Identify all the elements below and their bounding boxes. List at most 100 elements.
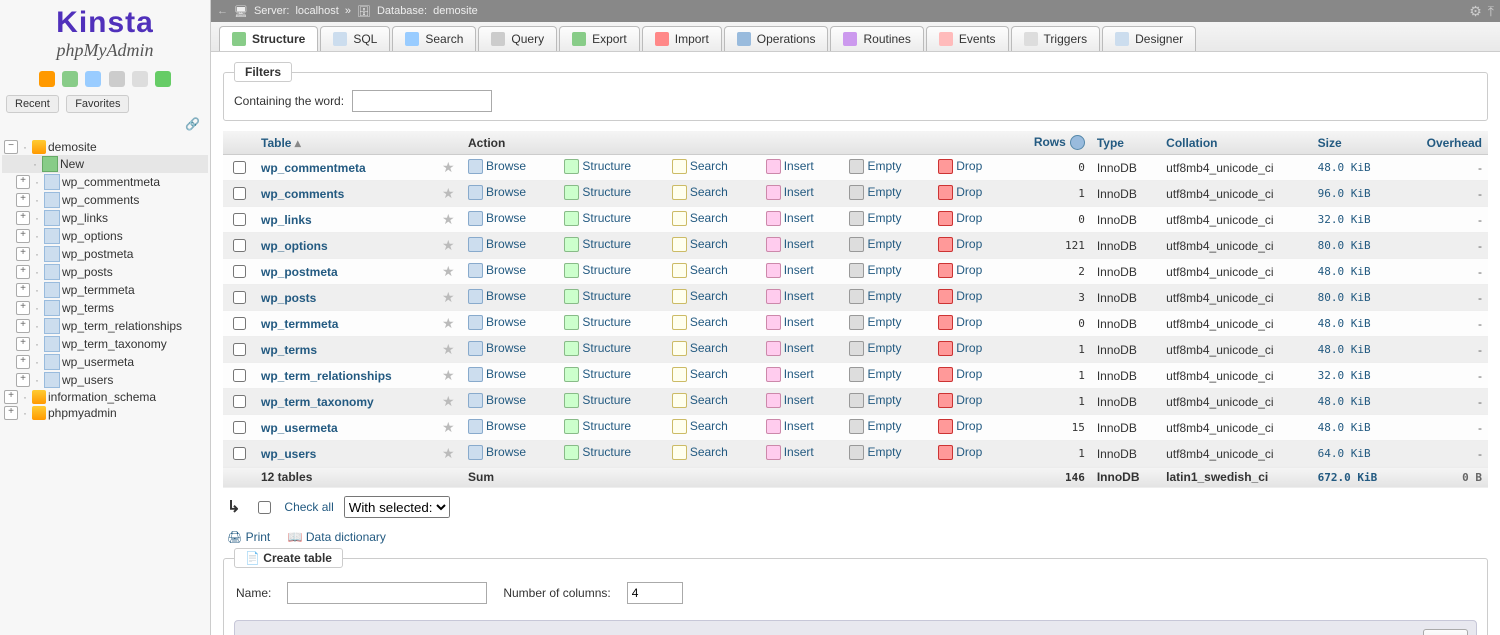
action-structure[interactable]: Structure <box>564 419 631 434</box>
action-browse[interactable]: Browse <box>468 341 526 356</box>
tree-item-wp-termmeta[interactable]: +·wp_termmeta <box>2 281 208 299</box>
collapse-top-icon[interactable]: ⤒ <box>1488 3 1494 20</box>
tab-events[interactable]: Events <box>926 26 1009 51</box>
tab-structure[interactable]: Structure <box>219 26 318 51</box>
action-drop[interactable]: Drop <box>938 445 982 460</box>
row-checkbox[interactable] <box>233 239 246 252</box>
favorite-star-icon[interactable]: ★ <box>442 263 455 279</box>
action-insert[interactable]: Insert <box>766 159 814 174</box>
action-structure[interactable]: Structure <box>564 315 631 330</box>
action-drop[interactable]: Drop <box>938 159 982 174</box>
expand-icon[interactable]: + <box>4 406 18 420</box>
action-browse[interactable]: Browse <box>468 211 526 226</box>
tree-item-information-schema[interactable]: +·information_schema <box>2 389 208 405</box>
action-browse[interactable]: Browse <box>468 263 526 278</box>
action-insert[interactable]: Insert <box>766 315 814 330</box>
expand-icon[interactable]: + <box>16 193 30 207</box>
expand-icon[interactable]: − <box>4 140 18 154</box>
row-checkbox[interactable] <box>233 213 246 226</box>
action-browse[interactable]: Browse <box>468 159 526 174</box>
action-drop[interactable]: Drop <box>938 367 982 382</box>
table-name-link[interactable]: wp_termmeta <box>261 317 338 331</box>
row-checkbox[interactable] <box>233 343 246 356</box>
tree-item-demosite[interactable]: −·demosite <box>2 139 208 155</box>
action-empty[interactable]: Empty <box>849 315 901 330</box>
table-name-link[interactable]: wp_term_taxonomy <box>261 395 374 409</box>
expand-icon[interactable]: + <box>16 265 30 279</box>
row-size[interactable]: 48.0 KiB <box>1318 421 1371 434</box>
action-empty[interactable]: Empty <box>849 419 901 434</box>
table-name-link[interactable]: wp_usermeta <box>261 421 338 435</box>
favorite-star-icon[interactable]: ★ <box>442 159 455 175</box>
expand-icon[interactable]: + <box>16 355 30 369</box>
action-search[interactable]: Search <box>672 263 728 278</box>
check-all-link[interactable]: Check all <box>284 500 333 514</box>
action-search[interactable]: Search <box>672 341 728 356</box>
help-icon[interactable] <box>1070 135 1085 150</box>
action-empty[interactable]: Empty <box>849 367 901 382</box>
action-search[interactable]: Search <box>672 367 728 382</box>
table-name-link[interactable]: wp_terms <box>261 343 317 357</box>
action-browse[interactable]: Browse <box>468 315 526 330</box>
row-size[interactable]: 48.0 KiB <box>1318 317 1371 330</box>
action-search[interactable]: Search <box>672 211 728 226</box>
action-insert[interactable]: Insert <box>766 445 814 460</box>
action-empty[interactable]: Empty <box>849 263 901 278</box>
docs-icon[interactable] <box>85 71 101 87</box>
create-name-input[interactable] <box>287 582 487 604</box>
row-checkbox[interactable] <box>233 265 246 278</box>
action-structure[interactable]: Structure <box>564 445 631 460</box>
action-drop[interactable]: Drop <box>938 289 982 304</box>
action-drop[interactable]: Drop <box>938 211 982 226</box>
action-browse[interactable]: Browse <box>468 237 526 252</box>
favorite-star-icon[interactable]: ★ <box>442 211 455 227</box>
logout-icon[interactable] <box>62 71 78 87</box>
expand-icon[interactable]: + <box>16 319 30 333</box>
action-insert[interactable]: Insert <box>766 263 814 278</box>
row-checkbox[interactable] <box>233 291 246 304</box>
action-browse[interactable]: Browse <box>468 393 526 408</box>
breadcrumb-server[interactable]: localhost <box>295 5 338 17</box>
tab-routines[interactable]: Routines <box>830 26 923 51</box>
row-size[interactable]: 48.0 KiB <box>1318 161 1371 174</box>
row-size[interactable]: 48.0 KiB <box>1318 265 1371 278</box>
action-browse[interactable]: Browse <box>468 419 526 434</box>
tree-item-wp-term-relationships[interactable]: +·wp_term_relationships <box>2 317 208 335</box>
col-collation[interactable]: Collation <box>1166 136 1217 150</box>
tab-operations[interactable]: Operations <box>724 26 829 51</box>
expand-icon[interactable]: + <box>16 283 30 297</box>
action-structure[interactable]: Structure <box>564 237 631 252</box>
row-checkbox[interactable] <box>233 395 246 408</box>
tree-item-wp-users[interactable]: +·wp_users <box>2 371 208 389</box>
action-insert[interactable]: Insert <box>766 341 814 356</box>
action-insert[interactable]: Insert <box>766 237 814 252</box>
favorite-star-icon[interactable]: ★ <box>442 341 455 357</box>
action-search[interactable]: Search <box>672 159 728 174</box>
action-drop[interactable]: Drop <box>938 393 982 408</box>
row-checkbox[interactable] <box>233 187 246 200</box>
tree-item-wp-posts[interactable]: +·wp_posts <box>2 263 208 281</box>
check-all-checkbox[interactable] <box>258 501 271 514</box>
row-size[interactable]: 80.0 KiB <box>1318 291 1371 304</box>
reload-icon[interactable] <box>155 71 171 87</box>
expand-icon[interactable]: + <box>4 390 18 404</box>
row-size[interactable]: 48.0 KiB <box>1318 343 1371 356</box>
expand-icon[interactable]: + <box>16 175 30 189</box>
action-empty[interactable]: Empty <box>849 393 901 408</box>
row-size[interactable]: 96.0 KiB <box>1318 187 1371 200</box>
table-name-link[interactable]: wp_options <box>261 239 328 253</box>
gear-icon[interactable] <box>132 71 148 87</box>
col-table[interactable]: Table <box>261 136 291 150</box>
create-cols-input[interactable] <box>627 582 683 604</box>
action-browse[interactable]: Browse <box>468 367 526 382</box>
table-name-link[interactable]: wp_links <box>261 213 312 227</box>
action-structure[interactable]: Structure <box>564 289 631 304</box>
row-checkbox[interactable] <box>233 447 246 460</box>
table-name-link[interactable]: wp_posts <box>261 291 316 305</box>
tree-item-wp-term-taxonomy[interactable]: +·wp_term_taxonomy <box>2 335 208 353</box>
action-empty[interactable]: Empty <box>849 289 901 304</box>
row-checkbox[interactable] <box>233 369 246 382</box>
filter-input[interactable] <box>352 90 492 112</box>
expand-icon[interactable]: + <box>16 229 30 243</box>
tree-item-new[interactable]: ·New <box>2 155 208 173</box>
